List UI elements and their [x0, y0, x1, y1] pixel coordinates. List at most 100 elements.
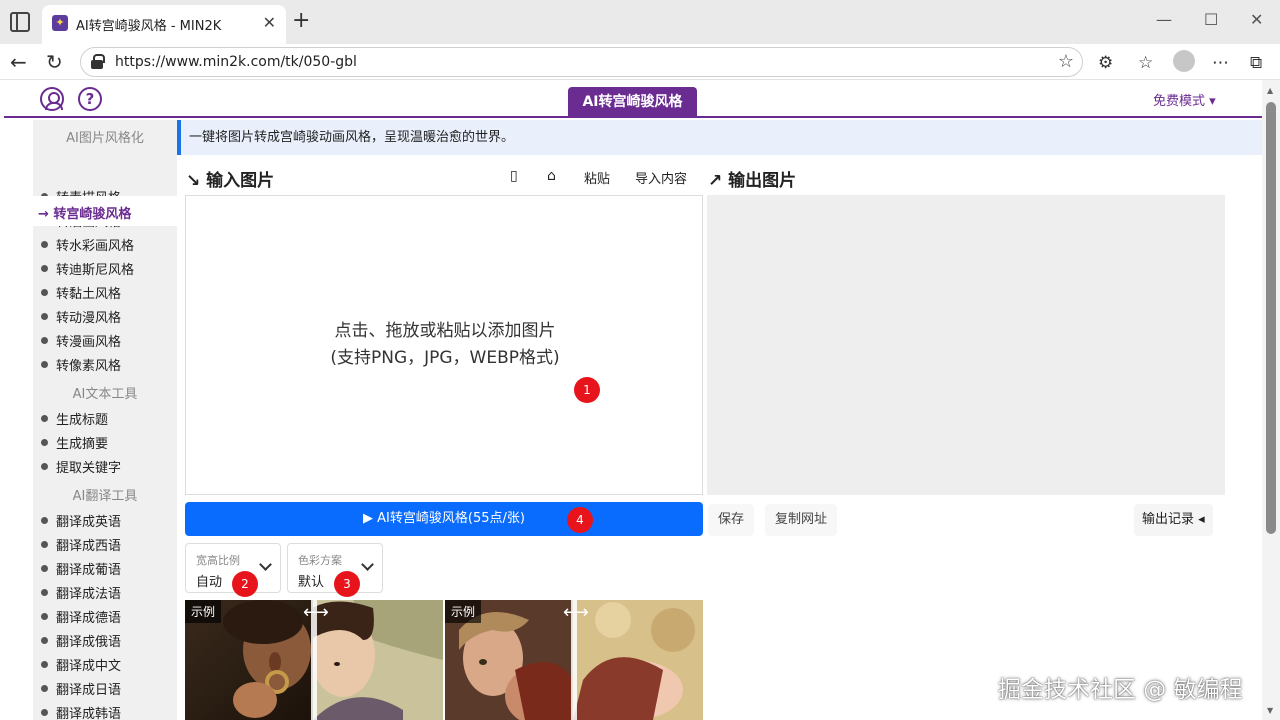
reload-icon[interactable]: ↻: [46, 50, 63, 74]
sidebar-item[interactable]: 转漫画风格: [41, 331, 121, 350]
bullet-icon: [41, 709, 48, 716]
address-bar-row: ← ↻ https://www.min2k.com/tk/050-gbl ☆ ⚙…: [0, 44, 1280, 80]
bullet-icon: [41, 337, 48, 344]
favicon-icon: ✦: [52, 15, 68, 31]
example-styled-image: [313, 600, 443, 720]
paste-button[interactable]: 粘贴: [584, 168, 610, 187]
sidebar-item[interactable]: 转迪斯尼风格: [41, 259, 134, 278]
sidebar-item[interactable]: 生成标题: [41, 409, 108, 428]
book-icon[interactable]: ▯: [510, 168, 518, 184]
sidebar-item[interactable]: 翻译成法语: [41, 583, 121, 602]
chevron-down-icon: [259, 558, 272, 571]
sidebar-item[interactable]: 翻译成俄语: [41, 631, 121, 650]
drop-hint: 点击、拖放或粘贴以添加图片 (支持PNG，JPG，WEBP格式): [186, 318, 704, 372]
bullet-icon: [41, 685, 48, 692]
drag-arrows-icon[interactable]: ⟷: [303, 602, 329, 623]
sidebar-item[interactable]: 翻译成英语: [41, 511, 121, 530]
window-close-icon[interactable]: ✕: [1250, 10, 1263, 29]
bullet-icon: [41, 439, 48, 446]
annotation-badge: 2: [232, 571, 258, 597]
browser-tab[interactable]: ✦ AI转宫崎骏风格 - MIN2K ✕: [42, 5, 286, 44]
sidebar-item[interactable]: 翻译成韩语: [41, 703, 121, 720]
sidebar-item[interactable]: 翻译成西语: [41, 535, 121, 554]
example-image-2[interactable]: ⟷ 示例: [445, 600, 703, 720]
mode-label: 免费模式: [1153, 94, 1206, 109]
import-button[interactable]: 导入内容: [635, 168, 687, 187]
input-section-title: ↘ 输入图片: [186, 171, 275, 191]
sidebar-item[interactable]: 转水彩画风格: [41, 235, 134, 254]
example-tag: 示例: [185, 600, 222, 623]
favorite-star-icon[interactable]: ☆: [1058, 51, 1074, 72]
sidebar-group-title: AI图片风格化: [66, 131, 144, 146]
drag-arrows-icon[interactable]: ⟷: [563, 602, 589, 623]
bullet-icon: [41, 313, 48, 320]
mode-dropdown[interactable]: 免费模式 ▾: [1153, 90, 1216, 109]
bullet-icon: [41, 361, 48, 368]
extensions-icon[interactable]: ⚙: [1098, 53, 1113, 73]
bullet-icon: [41, 613, 48, 620]
sidebar-toggle-icon[interactable]: [10, 12, 30, 32]
sidebar-item[interactable]: 翻译成中文: [41, 655, 121, 674]
sidebar-item[interactable]: 翻译成日语: [41, 679, 121, 698]
scroll-down-icon[interactable]: ▼: [1267, 706, 1273, 715]
color-scheme-value: 默认: [298, 575, 325, 590]
output-history-button[interactable]: 输出记录 ◂: [1134, 504, 1213, 536]
aspect-ratio-label: 宽高比例: [196, 554, 240, 567]
copy-url-button[interactable]: 复制网址: [765, 504, 838, 536]
sidebar-item[interactable]: 提取关键字: [41, 457, 121, 476]
tab-title: AI转宫崎骏风格 - MIN2K: [76, 19, 222, 34]
history-label: 输出记录: [1142, 512, 1195, 527]
lock-icon: [91, 54, 105, 69]
sidebar-item[interactable]: 转像素风格: [41, 355, 121, 374]
sidebar-group-title: AI翻译工具: [72, 489, 138, 504]
example-image-1[interactable]: ⟷ 示例: [185, 600, 443, 720]
bullet-icon: [41, 241, 48, 248]
sidebar-item[interactable]: 转动漫风格: [41, 307, 121, 326]
scroll-thumb[interactable]: [1266, 102, 1276, 534]
annotation-badge: 4: [567, 507, 593, 533]
image-drop-zone[interactable]: 点击、拖放或粘贴以添加图片 (支持PNG，JPG，WEBP格式): [185, 195, 703, 495]
minimize-icon[interactable]: —: [1156, 10, 1172, 29]
tab-close-icon[interactable]: ✕: [263, 13, 276, 32]
generate-button[interactable]: ▶ AI转宫崎骏风格(55点/张): [185, 502, 703, 536]
sidebar-item[interactable]: 翻译成德语: [41, 607, 121, 626]
output-image-area: [707, 195, 1225, 495]
bullet-icon: [41, 265, 48, 272]
favorites-icon[interactable]: ☆: [1138, 53, 1153, 73]
browser-tab-bar: ✦ AI转宫崎骏风格 - MIN2K ✕ + — ☐ ✕: [0, 0, 1280, 44]
url-text: https://www.min2k.com/tk/050-gbl: [115, 54, 357, 70]
watermark-text: 掘金技术社区 @ 敏编程: [998, 677, 1243, 703]
example-tag: 示例: [445, 600, 482, 623]
bullet-icon: [41, 541, 48, 548]
sidebar-panel-icon[interactable]: ⧉: [1250, 53, 1262, 73]
sidebar-item[interactable]: 生成摘要: [41, 433, 108, 452]
more-icon[interactable]: ⋯: [1212, 53, 1229, 73]
chevron-down-icon: [361, 558, 374, 571]
back-icon[interactable]: ←: [10, 50, 27, 74]
help-icon[interactable]: ?: [78, 87, 102, 111]
sidebar-item[interactable]: 翻译成葡语: [41, 559, 121, 578]
bullet-icon: [41, 415, 48, 422]
page-scrollbar[interactable]: ▲ ▼: [1262, 80, 1280, 720]
bullet-icon: [41, 589, 48, 596]
new-tab-button[interactable]: +: [292, 8, 310, 34]
drop-hint-line1: 点击、拖放或粘贴以添加图片: [334, 321, 556, 341]
tool-title-tab[interactable]: AI转宫崎骏风格: [568, 87, 697, 118]
save-button[interactable]: 保存: [708, 504, 755, 536]
sidebar-item[interactable]: 转黏土风格: [41, 283, 121, 302]
basket-icon[interactable]: ⌂: [547, 168, 556, 184]
profile-avatar[interactable]: [1173, 50, 1195, 72]
sidebar-group-title: AI文本工具: [72, 387, 138, 402]
drop-hint-line2: (支持PNG，JPG，WEBP格式): [330, 348, 560, 368]
web-page: ? AI转宫崎骏风格 免费模式 ▾ AI图片风格化 转素描风格 转油画风格 转水…: [4, 80, 1262, 720]
annotation-badge: 1: [574, 377, 600, 403]
example-styled-image: [573, 600, 703, 720]
scroll-up-icon[interactable]: ▲: [1267, 86, 1273, 95]
aspect-ratio-value: 自动: [196, 575, 223, 590]
intro-banner: 一键将图片转成宫崎骏动画风格，呈现温暖治愈的世界。: [177, 120, 1262, 155]
bullet-icon: [41, 517, 48, 524]
maximize-icon[interactable]: ☐: [1204, 10, 1218, 29]
bullet-icon: [41, 661, 48, 668]
url-field[interactable]: https://www.min2k.com/tk/050-gbl ☆: [80, 47, 1083, 77]
user-icon[interactable]: [40, 87, 64, 111]
